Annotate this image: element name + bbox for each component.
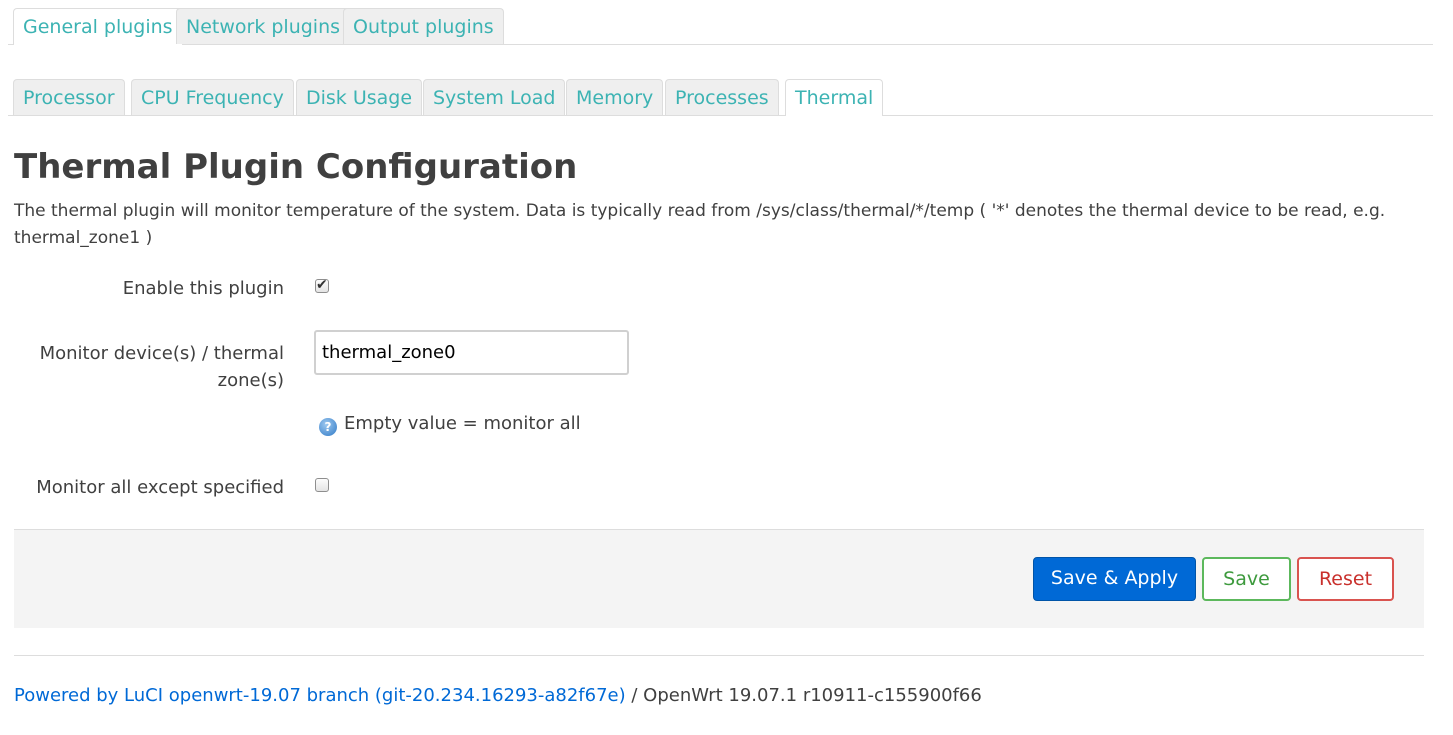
tab-output-plugins[interactable]: Output plugins <box>343 8 504 44</box>
tab-thermal[interactable]: Thermal <box>785 79 884 116</box>
tab-system-load[interactable]: System Load <box>423 79 566 115</box>
tab-network-plugins[interactable]: Network plugins <box>176 8 351 44</box>
enable-plugin-label: Enable this plugin <box>122 278 284 299</box>
ignore-selected-label: Monitor all except specified <box>36 477 284 498</box>
page-description: The thermal plugin will monitor temperat… <box>14 201 1386 248</box>
general-plugin-tabs: Processor CPU Frequency Disk Usage Syste… <box>8 79 1433 116</box>
monitor-devices-hint: ? Empty value = monitor all <box>319 410 581 437</box>
luci-link[interactable]: Powered by LuCI openwrt-19.07 branch (gi… <box>14 685 626 706</box>
ignore-selected-checkbox[interactable] <box>315 478 329 492</box>
tab-disk-usage[interactable]: Disk Usage <box>296 79 423 115</box>
footer-divider <box>14 655 1424 656</box>
save-button[interactable]: Save <box>1202 557 1291 601</box>
page-title: Thermal Plugin Configuration <box>14 147 578 187</box>
save-apply-button[interactable]: Save & Apply <box>1033 557 1196 601</box>
tab-processor[interactable]: Processor <box>13 79 125 115</box>
tab-memory[interactable]: Memory <box>566 79 664 115</box>
tab-general-plugins[interactable]: General plugins <box>13 8 183 45</box>
plugin-category-tabs: General plugins Network plugins Output p… <box>8 8 1433 45</box>
tab-processes[interactable]: Processes <box>665 79 779 115</box>
checkmark-icon: ✔ <box>316 277 328 293</box>
help-icon: ? <box>319 418 337 436</box>
footer: Powered by LuCI openwrt-19.07 branch (gi… <box>14 682 982 709</box>
hint-text: Empty value = monitor all <box>344 413 581 434</box>
openwrt-version: / OpenWrt 19.07.1 r10911-c155900f66 <box>631 685 982 706</box>
monitor-devices-label: Monitor device(s) / thermal zone(s) <box>39 343 284 391</box>
tab-cpu-frequency[interactable]: CPU Frequency <box>131 79 294 115</box>
enable-plugin-checkbox[interactable]: ✔ <box>315 277 329 293</box>
form-actions: Save & Apply Save Reset <box>14 529 1424 628</box>
reset-button[interactable]: Reset <box>1297 557 1394 601</box>
monitor-devices-input[interactable] <box>314 330 629 375</box>
